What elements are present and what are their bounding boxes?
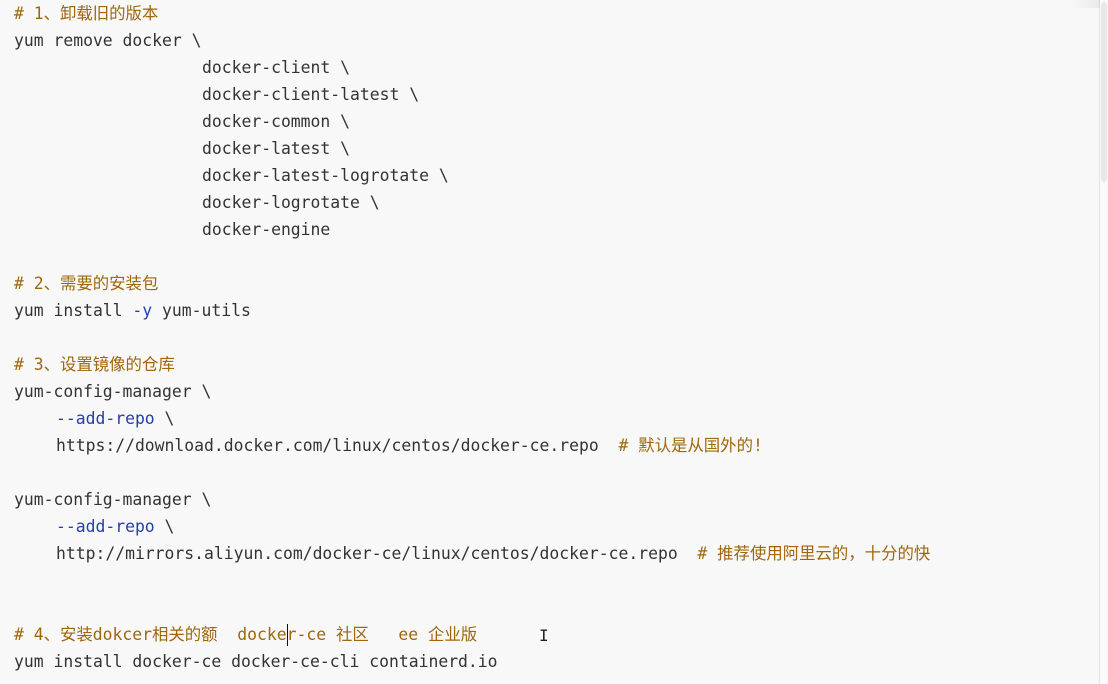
code-line: docker-client \ xyxy=(202,58,351,77)
scrollbar-thumb[interactable] xyxy=(1101,2,1107,182)
comment-line: # 4、安装dokcer相关的额 docker-ce 社区 ee 企业版 xyxy=(14,625,478,644)
flag-token: -y xyxy=(132,301,153,320)
code-line: docker-latest \ xyxy=(202,139,351,158)
code-line: yum-config-manager \ xyxy=(14,490,212,509)
url-token: https://download.docker.com/linux/centos… xyxy=(56,436,619,455)
comment-line: # 1、卸载旧的版本 xyxy=(14,4,159,23)
code-line: yum-config-manager \ xyxy=(14,382,212,401)
ibeam-cursor-icon: I xyxy=(539,626,549,645)
inline-comment: # 默认是从国外的! xyxy=(618,436,763,455)
code-line: docker-latest-logrotate \ xyxy=(202,166,449,185)
code-line: --add-repo \ xyxy=(56,405,174,432)
code-line: docker-engine xyxy=(202,220,331,239)
corner-shade xyxy=(1070,0,1100,8)
code-line: yum install -y yum-utils xyxy=(14,297,251,324)
code-line: yum remove docker \ xyxy=(14,31,202,50)
code-line: --add-repo \ xyxy=(56,513,174,540)
code-token: yum-utils xyxy=(152,301,251,320)
code-line: yum install docker-ce docker-ce-cli cont… xyxy=(14,652,498,671)
code-token: yum install xyxy=(14,301,133,320)
code-viewer: # 1、卸载旧的版本 yum remove docker \ docker-cl… xyxy=(0,0,1108,684)
code-line: docker-logrotate \ xyxy=(202,193,380,212)
flag-token: --add-repo xyxy=(56,409,155,428)
code-line: docker-client-latest \ xyxy=(202,85,420,104)
comment-line: # 3、设置镜像的仓库 xyxy=(14,355,175,374)
vertical-scrollbar[interactable] xyxy=(1100,0,1108,684)
code-token: \ xyxy=(154,517,175,536)
inline-comment: # 推荐使用阿里云的，十分的快 xyxy=(697,544,931,563)
code-block[interactable]: # 1、卸载旧的版本 yum remove docker \ docker-cl… xyxy=(0,0,1100,684)
comment-line: # 2、需要的安装包 xyxy=(14,274,159,293)
code-line: http://mirrors.aliyun.com/docker-ce/linu… xyxy=(56,540,930,567)
url-token: http://mirrors.aliyun.com/docker-ce/linu… xyxy=(56,544,698,563)
flag-token: --add-repo xyxy=(56,517,155,536)
code-line: docker-common \ xyxy=(202,112,351,131)
code-line: https://download.docker.com/linux/centos… xyxy=(56,432,763,459)
code-token: \ xyxy=(154,409,175,428)
text-insertion-cursor xyxy=(287,624,288,646)
